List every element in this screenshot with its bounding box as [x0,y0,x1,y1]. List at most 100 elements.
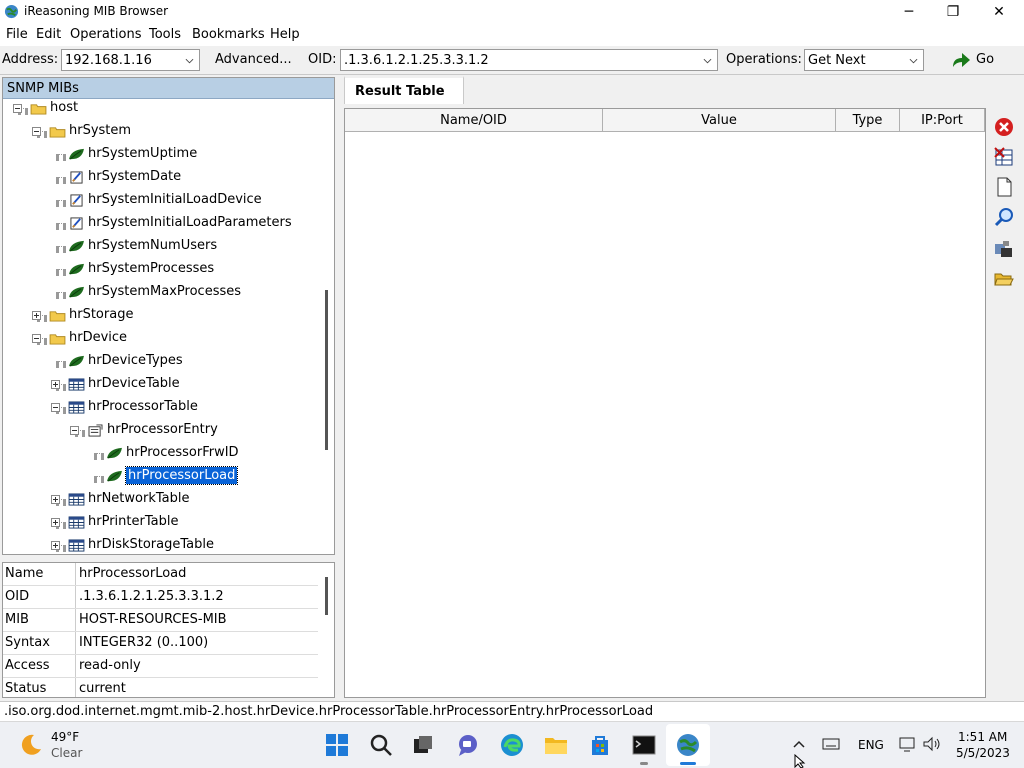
tree-item-hrsystemmaxprocesses[interactable]: hrSystemMaxProcesses [3,281,323,303]
mib-browser-taskbar-button[interactable] [666,724,710,766]
menu-operations[interactable]: Operations [70,27,141,42]
tree-item-hrsystem[interactable]: hrSystem [3,120,323,142]
collapse-icon[interactable] [32,127,41,136]
status-path: .iso.org.dod.internet.mgmt.mib-2.host.hr… [4,704,654,719]
menu-file[interactable]: File [6,27,28,42]
chat-icon[interactable] [455,732,481,758]
maximize-button[interactable]: ❐ [930,0,976,24]
advanced-button[interactable]: Advanced... [215,52,292,67]
collapse-icon[interactable] [70,426,79,435]
menu-help[interactable]: Help [270,27,300,42]
task-view-icon[interactable] [410,732,436,758]
collapse-icon[interactable] [51,403,60,412]
expand-icon[interactable] [51,541,60,550]
new-document-icon[interactable] [993,176,1015,198]
tree-item-hrprocessorload[interactable]: hrProcessorLoad [3,465,323,487]
tree-item-hrsysteminitialloadparameters[interactable]: hrSystemInitialLoadParameters [3,212,323,234]
expand-icon[interactable] [51,518,60,527]
table-icon [68,539,85,552]
title-bar: iReasoning MIB Browser ─ ❐ ✕ [0,0,1024,24]
tree-item-hrprintertable[interactable]: hrPrinterTable [3,511,323,533]
export-icon[interactable] [993,238,1015,260]
tree-item-hrdevice[interactable]: hrDevice [3,327,323,349]
tree-item-hrdevicetypes[interactable]: hrDeviceTypes [3,350,323,372]
collapse-icon[interactable] [13,104,22,113]
leaf-icon [107,447,122,459]
tree-item-label: hrProcessorTable [88,399,198,414]
store-icon[interactable] [587,732,613,758]
clock-date[interactable]: 5/5/2023 [956,746,1010,760]
column-header-value[interactable]: Value [603,109,836,132]
operations-combo[interactable]: Get Next [804,49,924,71]
tree-item-hrprocessorentry[interactable]: hrProcessorEntry [3,419,323,441]
minimize-icon: ─ [904,4,914,20]
tree-item-hrstorage[interactable]: hrStorage [3,304,323,326]
mib-tree-panel[interactable]: SNMP MIBs host hrSystem hrSystemUptime hrSy… [2,77,335,555]
tree-item-hrsysteminitialloaddevice[interactable]: hrSystemInitialLoadDevice [3,189,323,211]
menu-edit[interactable]: Edit [36,27,61,42]
tree-item-hrprocessortable[interactable]: hrProcessorTable [3,396,323,418]
tree-item-hrdevicetable[interactable]: hrDeviceTable [3,373,323,395]
column-header-type[interactable]: Type [836,109,900,132]
expand-icon[interactable] [51,495,60,504]
tree-item-label: hrNetworkTable [88,491,190,506]
minimize-button[interactable]: ─ [886,0,932,24]
expand-icon[interactable] [51,380,60,389]
column-header-name-oid[interactable]: Name/OID [345,109,603,132]
folder-icon [30,104,47,115]
tree-item-label: hrSystemProcesses [88,261,215,276]
expand-icon[interactable] [32,311,41,320]
tree-item-hrnetworktable[interactable]: hrNetworkTable [3,488,323,510]
tree-item-hrdiskstoragetable[interactable]: hrDiskStorageTable [3,534,323,554]
properties-scrollbar[interactable] [325,577,328,615]
start-windows-icon[interactable] [324,732,350,758]
clear-table-icon[interactable] [993,146,1015,168]
clock-time[interactable]: 1:51 AM [958,730,1007,744]
tree-item-hrprocessorfrwid[interactable]: hrProcessorFrwID [3,442,323,464]
find-magnifier-icon[interactable] [993,206,1015,228]
column-header-ip-port[interactable]: IP:Port [900,109,985,132]
language-indicator[interactable]: ENG [858,738,884,752]
property-key: Status [3,678,76,697]
property-key: Name [3,563,76,585]
oid-combo[interactable]: .1.3.6.1.2.1.25.3.3.1.2 [340,49,718,71]
property-key: MIB [3,609,76,631]
go-label: Go [976,52,995,67]
weather-moon-icon[interactable] [18,732,44,758]
property-key: Access [3,655,76,677]
result-table[interactable]: Name/OID Value Type IP:Port [344,108,986,698]
table-icon [68,401,85,414]
file-explorer-icon[interactable] [543,732,569,758]
keyboard-icon[interactable] [822,737,840,751]
close-button[interactable]: ✕ [976,0,1022,24]
open-folder-icon[interactable] [993,268,1015,290]
menu-tools[interactable]: Tools [149,27,181,42]
volume-icon[interactable] [922,736,942,752]
terminal-running-indicator [640,762,648,765]
tab-result-table[interactable]: Result Table [344,76,464,104]
tree-item-hrsystemuptime[interactable]: hrSystemUptime [3,143,323,165]
edge-browser-icon[interactable] [499,732,525,758]
terminal-icon[interactable] [631,732,657,758]
windows-taskbar: 49°F Clear ENG 1:51 AM 5/5/2023 [0,721,1024,768]
network-icon[interactable] [898,736,916,752]
search-icon[interactable] [368,732,394,758]
property-row-oid: OID .1.3.6.1.2.1.25.3.3.1.2 [3,586,318,609]
tree-item-hrsystemnumusers[interactable]: hrSystemNumUsers [3,235,323,257]
address-combo[interactable]: 192.168.1.16 [61,49,200,71]
tree-connector [56,361,66,365]
tree-item-host[interactable]: host [3,97,323,119]
tree-item-hrsystemprocesses[interactable]: hrSystemProcesses [3,258,323,280]
menu-bookmarks[interactable]: Bookmarks [192,27,265,42]
delete-icon[interactable] [993,116,1015,138]
collapse-icon[interactable] [32,334,41,343]
operations-value: Get Next [808,53,866,68]
leaf-icon [69,263,84,275]
tree-connector [56,292,66,296]
tree-scrollbar[interactable] [325,290,328,450]
go-button[interactable]: Go [948,49,1000,71]
chevron-up-icon[interactable] [792,738,806,750]
tree-connector [94,453,104,457]
tree-item-hrsystemdate[interactable]: hrSystemDate [3,166,323,188]
property-value: INTEGER32 (0..100) [79,635,209,650]
